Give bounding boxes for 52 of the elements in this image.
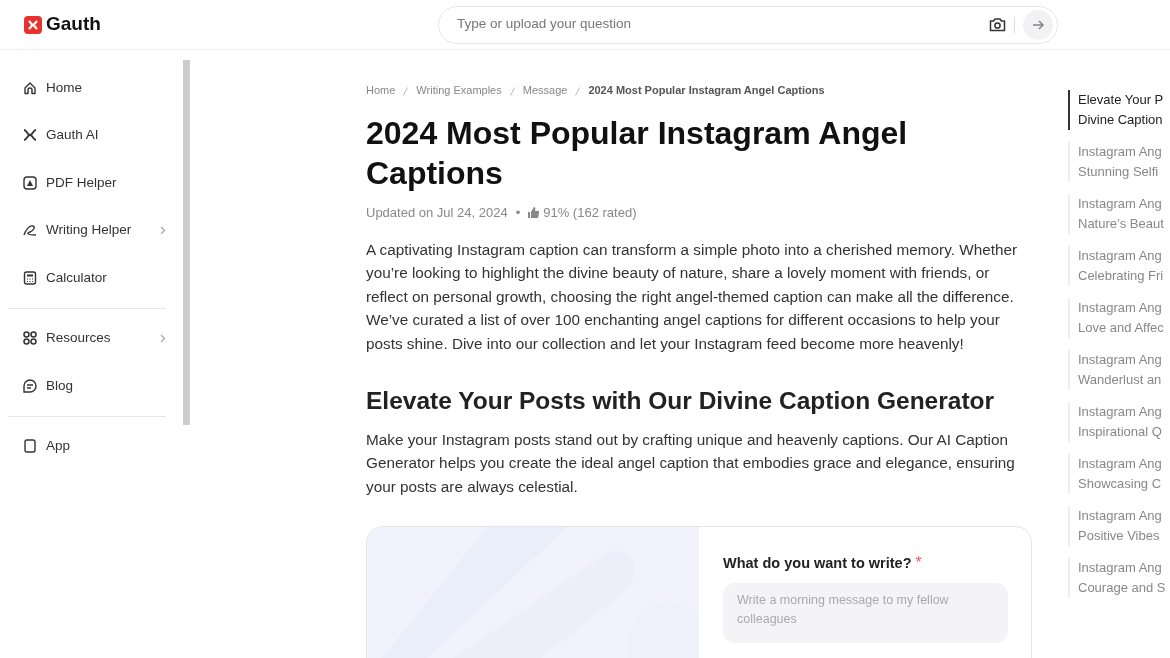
toc-link[interactable]: Instagram Ang Celebrating Fri [1068,246,1170,286]
search-field[interactable]: Type or upload your question [455,13,981,36]
chevron-icon [160,225,166,235]
chat-icon [22,377,38,394]
breadcrumb-link[interactable]: Message [522,82,568,99]
arrow-icon [1031,18,1045,31]
sidebar-item[interactable]: Resources [8,314,166,362]
field-label: What do you want to write? [723,555,912,571]
toc-link[interactable]: Instagram Ang Nature’s Beaut [1068,194,1170,234]
toc-link[interactable]: Instagram Ang Love and Affec [1068,298,1170,338]
article-title: 2024 Most Popular Instagram Angel Captions [366,113,909,193]
toc-link[interactable]: Instagram Ang Positive Vibes [1068,506,1170,546]
sidebar-item[interactable]: Gauth AI [8,111,166,159]
prompt-field[interactable]: Write a morning message to my fellow colleagues [723,583,1008,643]
toc-link[interactable]: Instagram Ang Inspirational Q [1068,402,1170,442]
sidebar-item[interactable]: PDF Helper [8,159,166,207]
grid-icon [22,330,38,347]
section-paragraph: Make your Instagram posts stand out by crafting unique and heavenly captions. Our AI Caption Generator helps you create the ideal angel caption that embodies grace and elegance, ensuring your posts are always celestial. [366,429,1016,497]
sidebar-item[interactable]: Calculator [8,254,166,302]
toc-link[interactable]: Instagram Ang Showcasing C [1068,454,1170,494]
rating: 91% (162 rated) [543,203,637,222]
camera-icon[interactable] [989,17,1006,32]
pen-icon [22,222,38,239]
chevron-icon [160,333,166,343]
breadcrumb-link[interactable]: Home [366,82,396,99]
calculator-icon [22,269,38,286]
toc-link[interactable]: Instagram Ang Wanderlust an [1068,350,1170,390]
breadcrumb-link[interactable]: Writing Examples [416,82,502,99]
sidebar-item[interactable]: App [8,422,166,470]
updated-date: Updated on Jul 24, 2024 [366,203,508,222]
intro-paragraph: A captivating Instagram caption can transform a simple photo into a cherished memory. Whether you’re looking to highlight the divine beauty of nature, share a lovely moment with friends, or reflect on personal growth, choosing the right angel-themed caption can make all the difference. We’ve curated a list of over 100 enchanting angel captions for different occasions to help your posts shine. Dive into our collection and let your Instagram feed become more heavenly! [366,240,1018,354]
slash-icon [575,86,581,96]
slash-icon [403,86,409,96]
document-icon [22,174,38,191]
sidebar-item[interactable]: Blog [8,362,166,410]
toc-link[interactable]: Instagram Ang Stunning Selfi [1068,142,1170,182]
phone-icon [22,438,38,455]
toc-link[interactable]: Elevate Your P Divine Caption [1068,90,1170,130]
separator: • [515,203,521,222]
logo-icon [24,15,42,34]
sidebar-item[interactable]: Home [8,64,166,112]
slash-icon [509,86,515,96]
logo-text[interactable]: Gauth [46,10,101,39]
x-icon [22,127,38,144]
breadcrumb-current: 2024 Most Popular Instagram Angel Captions [588,83,825,98]
required-mark: * [915,554,922,571]
toc-link[interactable]: Instagram Ang Courage and S [1068,558,1170,598]
submit-button[interactable] [1023,9,1053,40]
thumbs-up-icon [528,206,540,218]
scrollbar[interactable] [183,60,190,425]
sidebar-item[interactable]: Writing Helper [8,206,166,254]
section-heading: Elevate Your Posts with Our Divine Caption Generator [366,386,996,417]
